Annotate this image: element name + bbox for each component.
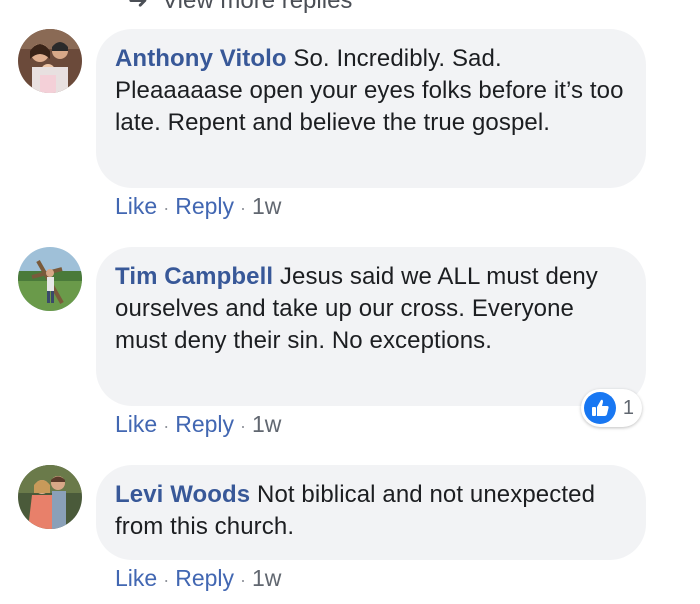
like-link[interactable]: Like — [115, 565, 157, 591]
separator-dot: · — [240, 570, 247, 590]
comment-bubble: Anthony Vitolo So. Incredibly. Sad. Plea… — [96, 29, 646, 188]
separator-dot: · — [163, 416, 170, 436]
like-link[interactable]: Like — [115, 193, 157, 219]
reply-arrow-icon: ➜ — [128, 0, 149, 14]
avatar[interactable] — [18, 465, 82, 529]
comment-actions: Like · Reply · 1w — [115, 411, 281, 438]
separator-dot: · — [240, 198, 247, 218]
separator-dot: · — [240, 416, 247, 436]
like-link[interactable]: Like — [115, 411, 157, 437]
reply-link[interactable]: Reply — [175, 193, 234, 219]
thumbs-up-icon — [583, 392, 616, 424]
view-more-replies-link[interactable]: ➜ View more replies — [128, 0, 352, 15]
comment-actions: Like · Reply · 1w — [115, 193, 281, 220]
comment-author[interactable]: Levi Woods — [115, 481, 250, 508]
separator-dot: · — [163, 198, 170, 218]
reaction-summary[interactable]: 1 — [580, 389, 642, 427]
comment-bubble: Tim Campbell Jesus said we ALL must deny… — [96, 247, 646, 406]
comment-timestamp[interactable]: 1w — [252, 565, 281, 591]
avatar[interactable] — [18, 29, 82, 93]
view-more-label: View more replies — [162, 0, 353, 14]
comment-timestamp[interactable]: 1w — [252, 411, 281, 437]
reply-link[interactable]: Reply — [175, 565, 234, 591]
avatar[interactable] — [18, 247, 82, 311]
reaction-count: 1 — [622, 396, 634, 419]
comment-bubble: Levi Woods Not biblical and not unexpect… — [96, 465, 646, 560]
comment-author[interactable]: Tim Campbell — [115, 263, 273, 290]
comment-author[interactable]: Anthony Vitolo — [115, 45, 287, 72]
separator-dot: · — [163, 570, 170, 590]
comment-timestamp[interactable]: 1w — [252, 193, 281, 219]
reply-link[interactable]: Reply — [175, 411, 234, 437]
comment-actions: Like · Reply · 1w — [115, 565, 281, 592]
